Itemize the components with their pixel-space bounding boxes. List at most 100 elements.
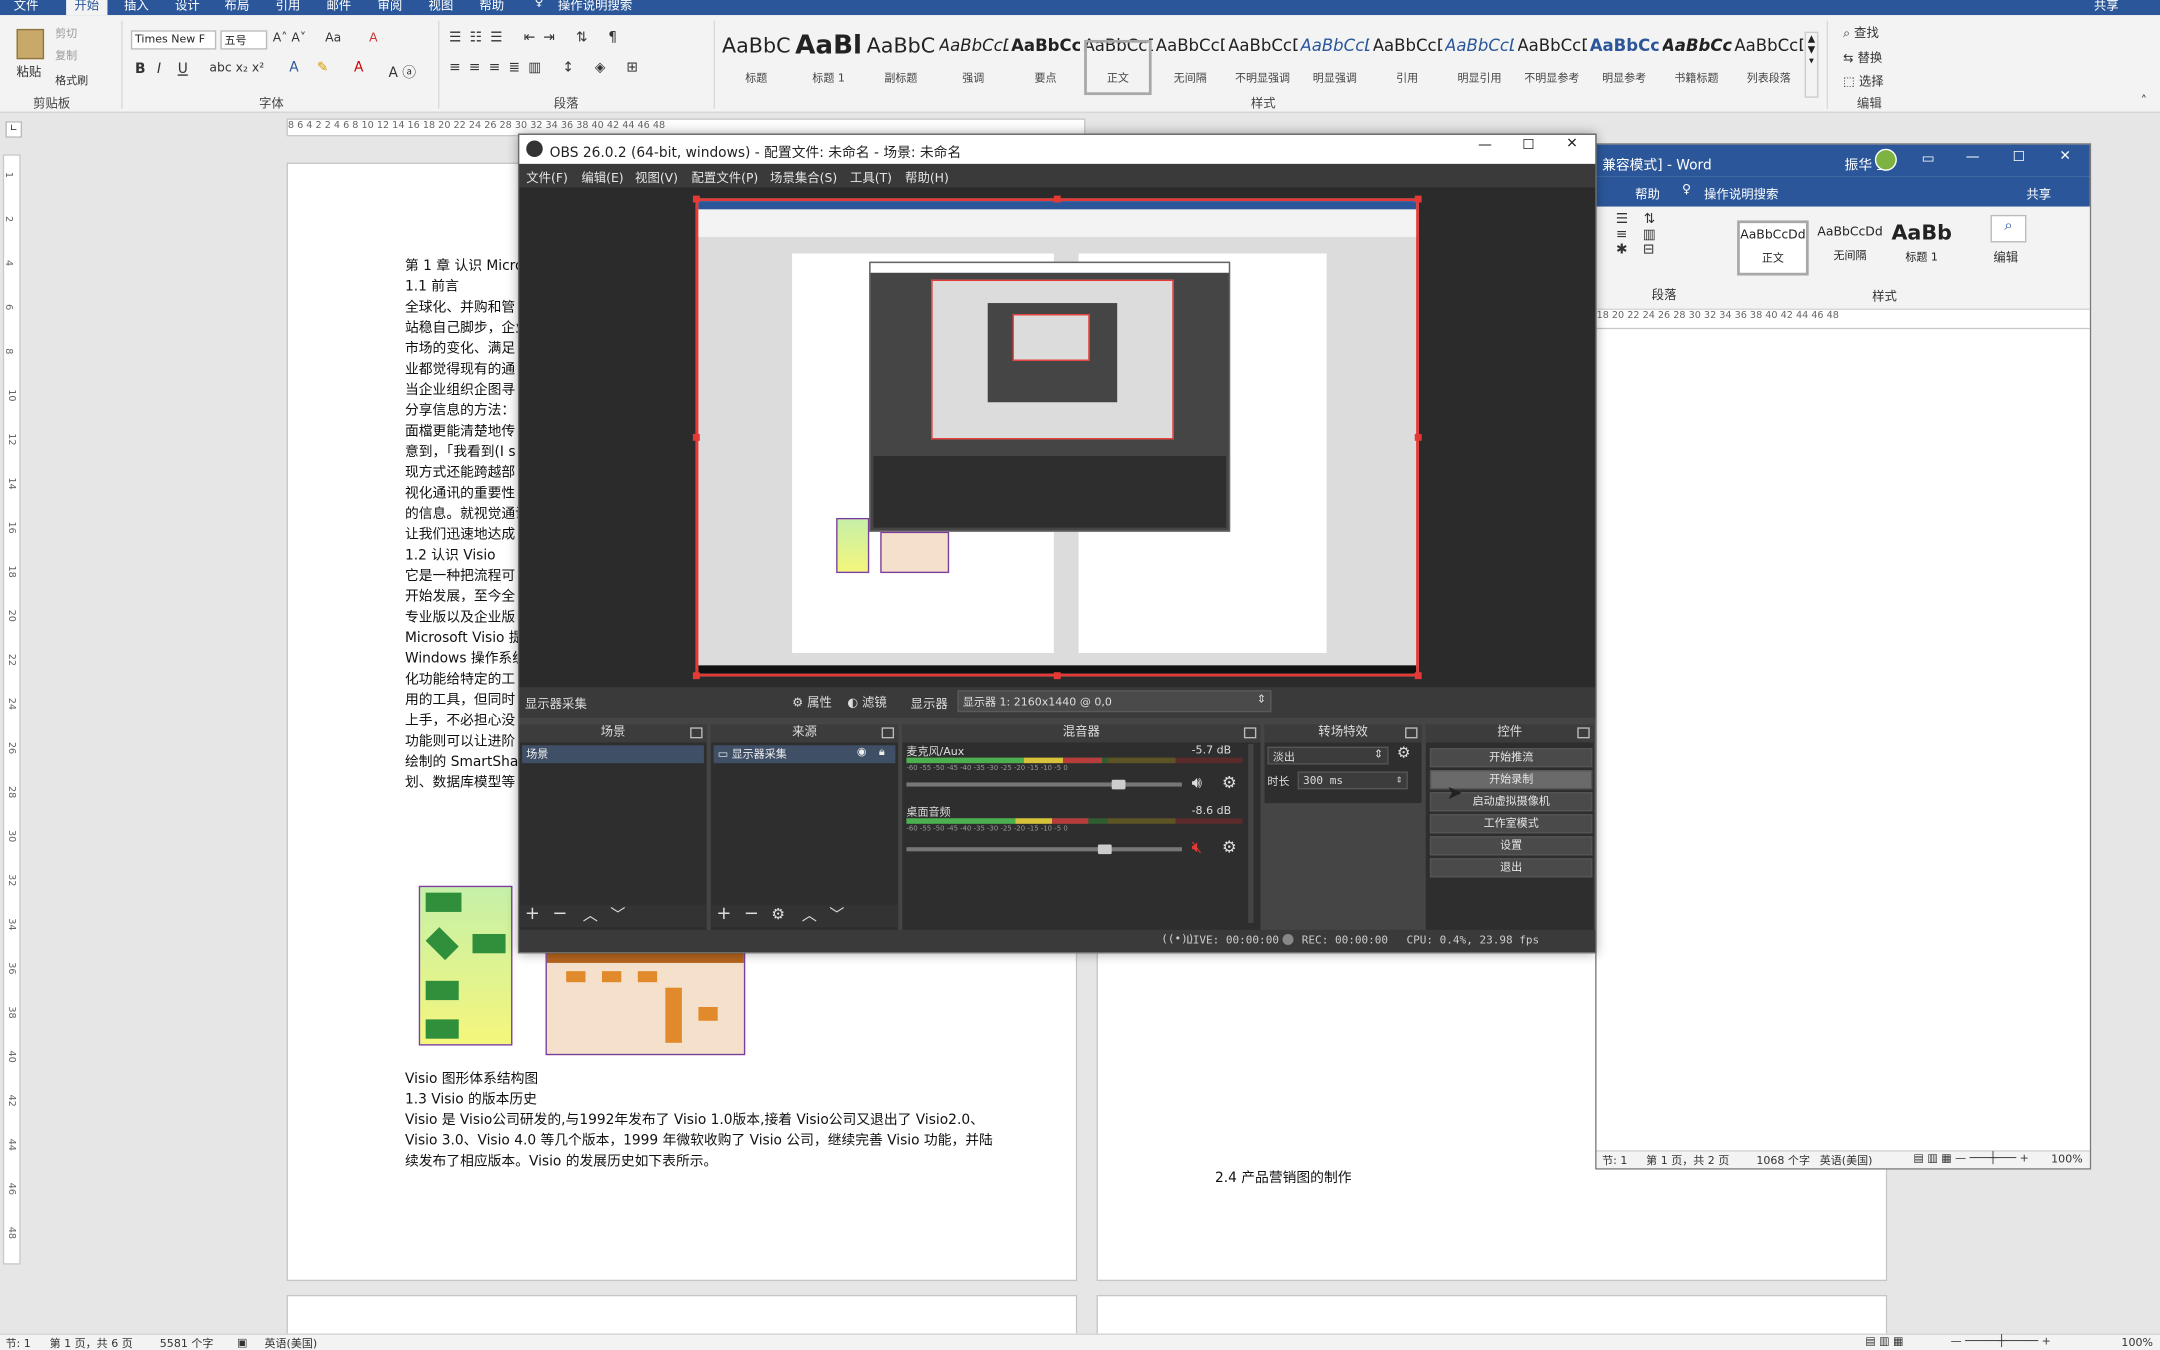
undock-icon[interactable] xyxy=(1577,727,1590,739)
mixer-scrollbar[interactable] xyxy=(1248,743,1254,923)
share-button[interactable]: 共享 xyxy=(2094,0,2119,14)
grow-font-icon[interactable]: A˄ A˅ xyxy=(273,32,306,46)
style-item[interactable]: AaBbCcDc 强调 xyxy=(939,29,1008,92)
tab-layout[interactable]: 布局 xyxy=(225,0,250,14)
speaker-icon[interactable]: 🔊︎ xyxy=(1192,773,1202,794)
move-up-icon[interactable]: ︿ xyxy=(802,904,817,926)
lock-icon[interactable]: 🔒︎ xyxy=(879,745,885,759)
style-heading-1[interactable]: AaBb 标题 1 xyxy=(1886,220,1958,275)
view-icons[interactable]: ▤ ▥ ▦ xyxy=(1865,1335,1903,1347)
replace-button[interactable]: ⇆ 替换 xyxy=(1843,48,1882,66)
menu-help[interactable]: 帮助(H) xyxy=(905,168,949,186)
italic-icon[interactable]: I xyxy=(157,62,161,77)
control-button-5[interactable]: 退出 xyxy=(1429,858,1593,878)
gear-icon[interactable]: ⚙ xyxy=(1397,744,1411,762)
display-select[interactable]: 显示器 1: 2160x1440 @ 0,0 ⇕ xyxy=(957,690,1272,713)
minimize-icon[interactable]: — xyxy=(1478,138,1492,153)
menu-view[interactable]: 视图(V) xyxy=(635,168,678,186)
properties-button[interactable]: ⚙ 属性 xyxy=(792,693,832,711)
font-name-select[interactable]: Times New F xyxy=(130,30,217,50)
undock-icon[interactable] xyxy=(690,727,703,739)
duration-input[interactable]: 300 ms ⇕ xyxy=(1297,771,1408,790)
transform-handle[interactable] xyxy=(1053,195,1061,203)
char-shading-icon[interactable]: A ⓐ xyxy=(388,61,416,81)
style-normal[interactable]: AaBbCcDd 正文 xyxy=(1737,220,1809,276)
tab-view[interactable]: 视图 xyxy=(428,0,453,14)
volume-slider[interactable] xyxy=(906,847,1182,852)
style-item[interactable]: AaBbC 标题 xyxy=(722,29,791,92)
text-effects-icon[interactable]: A xyxy=(289,61,298,76)
undock-icon[interactable] xyxy=(1243,727,1257,739)
volume-knob[interactable] xyxy=(1097,844,1112,855)
transform-handle[interactable] xyxy=(692,672,700,680)
maximize-icon[interactable]: ☐ xyxy=(2013,150,2025,165)
maximize-icon[interactable]: ☐ xyxy=(1522,138,1534,153)
display-capture-source[interactable] xyxy=(695,198,1419,677)
change-case-icon[interactable]: Aa xyxy=(325,32,341,46)
menu-file[interactable]: 文件(F) xyxy=(526,168,568,186)
word2-ruler[interactable]: 18 20 22 24 26 28 30 32 34 36 38 40 42 4… xyxy=(1596,309,2090,330)
source-item[interactable]: ▭ 显示器采集 ◉ 🔒︎ xyxy=(713,745,896,764)
paragraph-icons[interactable]: ☰ ⇅ ≡ ▥ ✱ ⊟ xyxy=(1616,212,1661,257)
menu-tools[interactable]: 工具(T) xyxy=(850,168,892,186)
search-icon[interactable]: ⌕ xyxy=(1990,214,2027,243)
control-button-4[interactable]: 设置 xyxy=(1429,836,1593,856)
tab-help[interactable]: 帮助 xyxy=(1635,185,1660,203)
close-icon[interactable]: ✕ xyxy=(2059,149,2071,164)
scene-item[interactable]: 场景 xyxy=(522,745,704,764)
style-item[interactable]: AaBbCcDc 无间隔 xyxy=(1156,29,1225,92)
style-item[interactable]: AaBbCcDc 书籍标题 xyxy=(1662,29,1731,92)
undock-icon[interactable] xyxy=(881,727,895,739)
status-page[interactable]: 第 1 页，共 2 页 xyxy=(1646,1153,1729,1168)
vertical-ruler[interactable]: 1 2 4 6 8 10 12 14 16 18 20 22 24 26 28 30 32 34 36 38 40 42 4… xyxy=(2,154,21,1265)
status-language[interactable]: 英语(美国) xyxy=(1820,1153,1873,1168)
find-button[interactable]: ⌕ 查找 xyxy=(1843,23,1879,42)
style-item[interactable]: AaBbCcDc 不明显强调 xyxy=(1228,29,1297,92)
control-button-0[interactable]: 开始推流 xyxy=(1429,748,1593,768)
list-icons[interactable]: ☰☷☰ ⇤⇥ ⇅ ¶ xyxy=(449,30,625,45)
align-icons[interactable]: ≡≡≡≣▥ ↕ ◈ ⊞ xyxy=(449,61,646,76)
underline-icon[interactable]: U xyxy=(178,62,188,77)
status-language[interactable]: 英语(美国) xyxy=(264,1336,317,1350)
word2-document-page[interactable] xyxy=(1596,329,2090,1151)
style-no-spacing[interactable]: AaBbCcDd 无间隔 xyxy=(1814,220,1886,275)
zoom-level[interactable]: 100% xyxy=(2051,1153,2083,1165)
tab-references[interactable]: 引用 xyxy=(276,0,301,14)
font-size-select[interactable]: 五号 xyxy=(220,30,268,50)
style-item[interactable]: AaBbCcDc 明显强调 xyxy=(1300,29,1369,92)
tab-file[interactable]: 文件 xyxy=(14,0,39,14)
strikethrough-icon[interactable]: abc x₂ x² xyxy=(209,62,264,76)
undock-icon[interactable] xyxy=(1405,727,1418,739)
move-down-icon[interactable]: ﹀ xyxy=(610,904,625,926)
zoom-level[interactable]: 100% xyxy=(2121,1336,2153,1348)
style-item[interactable]: AaBbC 副标题 xyxy=(866,29,936,92)
ribbon-display-icon[interactable]: ▭ xyxy=(1922,152,1935,167)
add-icon[interactable]: + xyxy=(716,904,731,925)
style-item[interactable]: AaBbCcDc 明显引用 xyxy=(1445,29,1514,92)
remove-icon[interactable]: − xyxy=(552,904,567,925)
obs-preview[interactable] xyxy=(519,187,1596,688)
speaker-muted-icon[interactable]: 🔇︎ xyxy=(1192,838,1202,859)
tab-home[interactable]: 开始 xyxy=(66,0,108,16)
minimize-icon[interactable]: — xyxy=(1966,150,1980,165)
move-down-icon[interactable]: ﹀ xyxy=(829,904,844,926)
tab-insert[interactable]: 插入 xyxy=(124,0,149,14)
gear-icon[interactable]: ⚙ xyxy=(1222,773,1237,792)
style-item[interactable]: AaBbCcDc 引用 xyxy=(1373,29,1442,92)
menu-scene-collection[interactable]: 场景集合(S) xyxy=(770,168,837,186)
control-button-3[interactable]: 工作室模式 xyxy=(1429,814,1593,834)
style-item[interactable]: AaBbCcD 要点 xyxy=(1011,29,1080,92)
font-color-icon[interactable]: A xyxy=(354,61,363,76)
menu-edit[interactable]: 编辑(E) xyxy=(581,168,623,186)
tab-design[interactable]: 设计 xyxy=(175,0,200,14)
tell-me-search[interactable]: 操作说明搜索 xyxy=(1704,185,1778,203)
style-item[interactable]: AaBbCcDc 不明显参考 xyxy=(1517,29,1586,92)
transform-handle[interactable] xyxy=(1053,672,1061,680)
status-words[interactable]: 5581 个字 xyxy=(160,1336,214,1350)
remove-icon[interactable]: − xyxy=(744,904,759,925)
tab-selector[interactable]: ∟ xyxy=(5,121,23,138)
status-words[interactable]: 1068 个字 xyxy=(1756,1153,1810,1168)
transform-handle[interactable] xyxy=(1414,195,1422,203)
gear-icon[interactable]: ⚙ xyxy=(771,905,785,923)
copy-button[interactable]: 复制 xyxy=(55,48,77,63)
